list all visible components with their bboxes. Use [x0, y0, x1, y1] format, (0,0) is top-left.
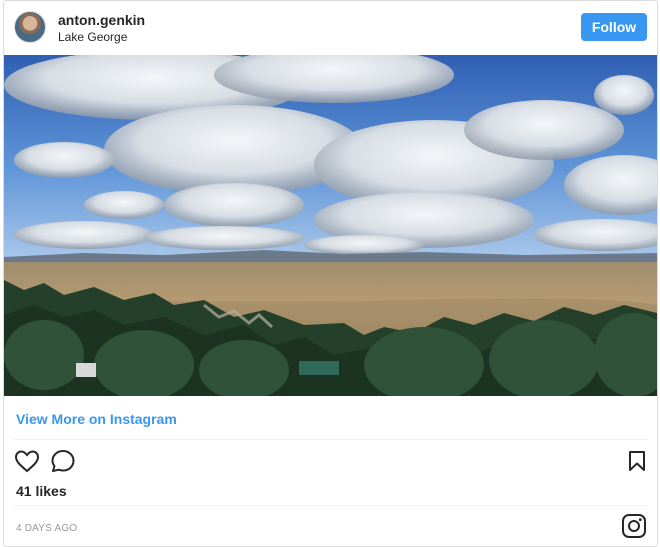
post-photo[interactable] — [4, 55, 657, 396]
follow-button[interactable]: Follow — [581, 13, 647, 41]
post-timestamp[interactable]: 4 DAYS AGO — [16, 523, 77, 534]
divider — [14, 439, 647, 440]
view-more-link[interactable]: View More on Instagram — [16, 411, 177, 427]
comment-icon[interactable] — [50, 449, 76, 473]
username[interactable]: anton.genkin — [58, 12, 145, 28]
divider — [14, 505, 647, 506]
instagram-icon[interactable] — [621, 513, 647, 539]
heart-icon[interactable] — [14, 449, 40, 473]
instagram-embed-card: anton.genkin Lake George Follow View Mor… — [3, 0, 658, 547]
post-header: anton.genkin Lake George Follow — [4, 1, 657, 55]
avatar[interactable] — [14, 11, 46, 43]
location[interactable]: Lake George — [58, 30, 127, 44]
likes-count[interactable]: 41 likes — [16, 483, 67, 499]
bookmark-icon[interactable] — [627, 450, 647, 472]
